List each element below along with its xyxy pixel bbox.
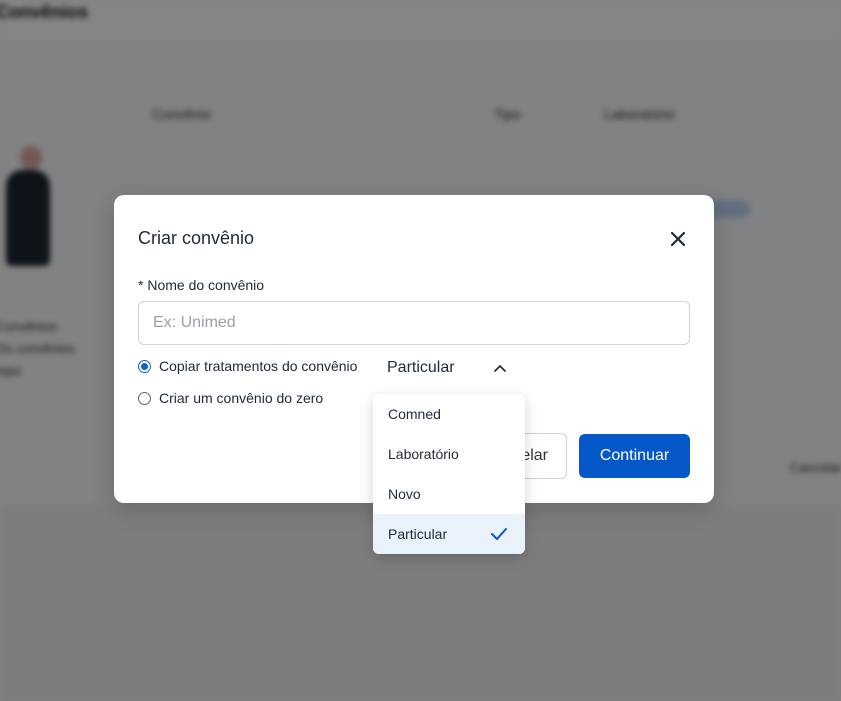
convenio-dropdown: Comned Laboratório Novo Particular bbox=[373, 394, 525, 554]
dropdown-option-novo[interactable]: Novo bbox=[373, 474, 525, 514]
option-label: Laboratório bbox=[388, 446, 459, 462]
dropdown-option-particular[interactable]: Particular bbox=[373, 514, 525, 554]
chevron-up-icon bbox=[494, 365, 506, 372]
radio-copy-label: Copiar tratamentos do convênio bbox=[159, 358, 358, 374]
dropdown-option-comned[interactable]: Comned bbox=[373, 394, 525, 434]
close-icon bbox=[670, 231, 686, 247]
continue-button[interactable]: Continuar bbox=[579, 434, 690, 478]
option-label: Comned bbox=[388, 406, 441, 422]
radio-copy-indicator[interactable] bbox=[138, 359, 151, 373]
close-button[interactable] bbox=[666, 227, 690, 251]
name-input[interactable] bbox=[138, 301, 690, 345]
radio-copy-treatments[interactable]: Copiar tratamentos do convênio bbox=[138, 358, 357, 374]
convenio-select[interactable]: Particular bbox=[387, 355, 511, 381]
radio-zero-indicator[interactable] bbox=[138, 391, 151, 405]
modal-title: Criar convênio bbox=[138, 228, 255, 248]
check-icon bbox=[491, 528, 507, 540]
name-field-label: * Nome do convênio bbox=[138, 277, 265, 293]
radio-zero-label: Criar um convênio do zero bbox=[159, 390, 324, 406]
select-value: Particular bbox=[387, 359, 455, 376]
option-label: Novo bbox=[388, 486, 421, 502]
radio-create-from-zero[interactable]: Criar um convênio do zero bbox=[138, 390, 323, 406]
dropdown-option-laboratorio[interactable]: Laboratório bbox=[373, 434, 525, 474]
option-label: Particular bbox=[388, 526, 448, 542]
